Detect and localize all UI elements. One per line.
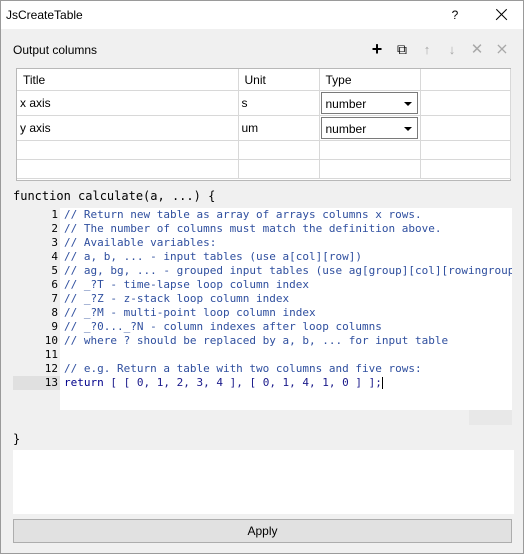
title-cell[interactable]: x axis bbox=[17, 90, 239, 116]
copy-icon: ⧉ bbox=[397, 40, 407, 57]
chevron-down-icon bbox=[403, 102, 412, 106]
delete-icon: ✕ bbox=[470, 41, 484, 58]
output-columns-label: Output columns bbox=[13, 43, 98, 57]
type-select[interactable]: number bbox=[320, 92, 418, 114]
window-title: JsCreateTable bbox=[6, 8, 83, 22]
code-line: // Available variables: bbox=[64, 236, 217, 249]
line-number: 13 bbox=[44, 376, 58, 389]
line-number: 3 bbox=[51, 236, 58, 249]
unit-cell[interactable]: um bbox=[238, 115, 320, 141]
header-title[interactable]: Title bbox=[17, 69, 239, 91]
type-select[interactable]: number bbox=[320, 117, 418, 139]
move-up-button[interactable]: ↑ bbox=[417, 39, 437, 59]
table-row: y axis um number bbox=[17, 115, 511, 141]
code-line: // The number of columns must match the … bbox=[64, 222, 442, 235]
code-line: // _?T - time-lapse loop column index bbox=[64, 278, 310, 291]
title-value: y axis bbox=[20, 121, 51, 135]
line-number: 10 bbox=[44, 334, 58, 347]
unit-value: um bbox=[241, 121, 259, 135]
line-number: 11 bbox=[44, 348, 58, 361]
title-cell[interactable]: y axis bbox=[17, 115, 239, 141]
code-line: // a, b, ... - input tables (use a[col][… bbox=[64, 250, 363, 263]
chevron-down-icon bbox=[403, 127, 412, 131]
text-cursor bbox=[381, 377, 383, 389]
delete-all-icon: ⨯ bbox=[495, 41, 509, 58]
extra-cell bbox=[420, 115, 511, 141]
extra-cell bbox=[420, 90, 511, 116]
type-select-value: number bbox=[325, 122, 367, 136]
title-value: x axis bbox=[20, 96, 51, 110]
line-number: 2 bbox=[51, 222, 58, 235]
apply-button[interactable]: Apply bbox=[13, 519, 512, 543]
columns-table: Title Unit Type x axis s number y axis u… bbox=[16, 68, 511, 181]
delete-column-button[interactable]: ✕ bbox=[467, 39, 487, 59]
line-number: 1 bbox=[51, 208, 58, 221]
horizontal-scrollbar[interactable] bbox=[13, 410, 512, 425]
code-line: // Return new table as array of arrays c… bbox=[64, 208, 422, 221]
move-up-icon: ↑ bbox=[423, 41, 431, 57]
unit-value: s bbox=[241, 96, 248, 110]
dialog-window: JsCreateTable ? Output columns + ⧉ ↑ ↓ ✕… bbox=[0, 0, 524, 554]
output-text-area[interactable] bbox=[13, 450, 514, 514]
line-number: 4 bbox=[51, 250, 58, 263]
header-extra bbox=[420, 69, 511, 91]
code-area[interactable]: // Return new table as array of arrays c… bbox=[64, 208, 512, 410]
help-button[interactable]: ? bbox=[445, 6, 465, 24]
code-line: // ag, bg, ... - grouped input tables (u… bbox=[64, 264, 512, 277]
header-type[interactable]: Type bbox=[319, 69, 421, 91]
code-editor[interactable]: 1 2 3 4 5 6 7 8 9 10 11 12 13 // Return new table as… bbox=[13, 208, 512, 425]
code-line: return [ [ 0, 1, 2, 3, 4 ], [ 0, 1, 4, 1… bbox=[64, 376, 383, 389]
table-row-empty bbox=[17, 159, 511, 179]
line-number: 9 bbox=[51, 320, 58, 333]
line-number: 7 bbox=[51, 292, 58, 305]
table-row-empty bbox=[17, 140, 511, 160]
line-number-gutter: 1 2 3 4 5 6 7 8 9 10 11 12 13 bbox=[13, 208, 60, 410]
duplicate-column-button[interactable]: ⧉ bbox=[392, 39, 412, 59]
line-number: 6 bbox=[51, 278, 58, 291]
code-line: // _?0..._?N - column indexes after loop… bbox=[64, 320, 382, 333]
type-cell: number bbox=[319, 115, 421, 141]
code-line: // e.g. Return a table with two columns … bbox=[64, 362, 422, 375]
table-row: x axis s number bbox=[17, 90, 511, 116]
code-line: // where ? should be replaced by a, b, .… bbox=[64, 334, 449, 347]
line-number: 12 bbox=[44, 362, 58, 375]
title-bar: JsCreateTable ? bbox=[1, 1, 523, 29]
code-line: // _?M - multi-point loop column index bbox=[64, 306, 316, 319]
line-number: 5 bbox=[51, 264, 58, 277]
code-line: // _?Z - z-stack loop column index bbox=[64, 292, 290, 305]
unit-cell[interactable]: s bbox=[238, 90, 320, 116]
line-number: 8 bbox=[51, 306, 58, 319]
delete-all-button[interactable]: ⨯ bbox=[492, 39, 512, 59]
function-signature: function calculate(a, ...) { bbox=[13, 189, 216, 203]
add-column-button[interactable]: + bbox=[367, 39, 387, 59]
type-cell: number bbox=[319, 90, 421, 116]
type-select-value: number bbox=[325, 97, 367, 111]
function-closing-brace: } bbox=[13, 432, 21, 446]
close-icon[interactable] bbox=[487, 5, 515, 25]
header-unit[interactable]: Unit bbox=[238, 69, 320, 91]
move-down-icon: ↓ bbox=[448, 41, 456, 57]
table-header-row: Title Unit Type bbox=[17, 69, 511, 91]
scrollbar-thumb[interactable] bbox=[13, 410, 469, 425]
move-down-button[interactable]: ↓ bbox=[442, 39, 462, 59]
plus-icon: + bbox=[371, 38, 383, 59]
